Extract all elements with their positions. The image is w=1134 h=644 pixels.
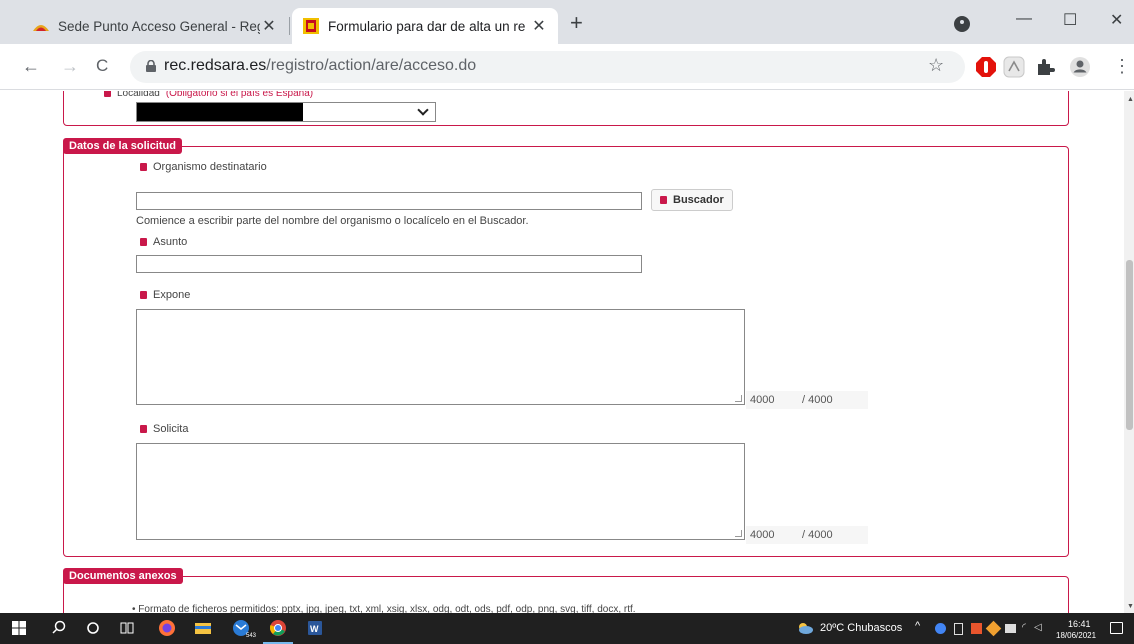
forward-button[interactable]: → (61, 56, 79, 77)
pdf-extension-icon[interactable] (1003, 56, 1025, 78)
buscador-label: Buscador (673, 194, 724, 206)
localidad-label-text: Localidad (117, 91, 160, 99)
svg-text:W: W (310, 624, 319, 634)
asunto-label-text: Asunto (153, 236, 188, 248)
scrollbar-thumb[interactable] (1126, 260, 1133, 430)
tab-close-icon[interactable]: ✕ (530, 16, 548, 36)
datos-solicitud-legend: Datos de la solicitud (63, 138, 182, 154)
required-marker-icon (104, 91, 111, 98)
mail-badge: 543 (246, 633, 257, 639)
organismo-label-text: Organismo destinatario (153, 161, 267, 173)
url-host: rec.redsara.es (164, 57, 267, 74)
scroll-down-arrow-icon[interactable]: ▼ (1127, 603, 1134, 610)
required-marker-icon (140, 425, 147, 434)
tab-formulario-alta[interactable]: Formulario para dar de alta un re ✕ (292, 8, 558, 44)
documentos-anexos-panel: Documentos anexos • Formato de ficheros … (63, 568, 1069, 613)
tab-title: Sede Punto Acceso General - Reg (58, 18, 260, 34)
tray-app-icon[interactable] (985, 620, 1002, 637)
search-marker-icon (660, 196, 667, 204)
new-tab-button[interactable]: + (570, 12, 583, 34)
tray-app-icon[interactable] (935, 623, 946, 634)
datos-solicitud-panel: Datos de la solicitud Organismo destinat… (63, 138, 1069, 557)
tab-close-icon[interactable]: ✕ (260, 16, 278, 36)
solicita-label-text: Solicita (153, 423, 189, 435)
firefox-icon[interactable] (158, 619, 176, 637)
scroll-up-arrow-icon[interactable]: ▲ (1127, 96, 1134, 103)
notification-icon[interactable] (1110, 622, 1123, 634)
show-hidden-icons-icon[interactable]: ^ (915, 620, 920, 632)
windows-taskbar: 543 W 20ºC Chubascos ^ ◜ ◁ 16:41 18/06/2… (0, 613, 1134, 644)
browser-toolbar: ← → C rec.redsara.es/registro/action/are… (0, 44, 1134, 90)
tab-strip: Sede Punto Acceso General - Reg ✕ Formul… (0, 0, 1134, 44)
browser-menu-icon[interactable]: ⋮ (1113, 57, 1131, 75)
required-marker-icon (140, 163, 147, 172)
location-panel: Localidad (Obligatorio si el país es Espa… (63, 91, 1069, 126)
solicita-label: Solicita (140, 423, 188, 435)
profile-avatar-icon[interactable] (1069, 56, 1091, 78)
speaker-icon[interactable]: ◁ (1034, 622, 1042, 633)
solicita-textarea[interactable] (136, 443, 745, 540)
maximize-button[interactable]: ☐ (1063, 10, 1077, 30)
tab-separator (289, 17, 290, 35)
buscador-button[interactable]: Buscador (651, 189, 733, 211)
tab-search-icon[interactable] (954, 16, 970, 32)
documentos-anexos-legend: Documentos anexos (63, 568, 183, 584)
allowed-formats-text: • Formato de ficheros permitidos: pptx, … (132, 604, 636, 613)
tray-clipboard-icon[interactable] (954, 623, 963, 635)
back-button[interactable]: ← (22, 56, 40, 77)
required-marker-icon (140, 291, 147, 300)
extensions-puzzle-icon[interactable] (1034, 56, 1056, 78)
page-viewport: Localidad (Obligatorio si el país es Espa… (0, 91, 1124, 613)
solicita-char-max: / 4000 (802, 529, 833, 541)
organismo-label: Organismo destinatario (140, 161, 267, 173)
task-view-icon[interactable] (118, 619, 136, 637)
solicita-char-count: 4000 (750, 529, 775, 541)
tab-sede-punto-acceso[interactable]: Sede Punto Acceso General - Reg ✕ (22, 8, 288, 44)
reload-button[interactable]: C (96, 56, 108, 76)
word-icon[interactable]: W (306, 619, 324, 637)
bookmark-star-icon[interactable]: ☆ (928, 55, 944, 76)
url-text: rec.redsara.es/registro/action/are/acces… (164, 57, 476, 75)
expone-char-max: / 4000 (802, 394, 833, 406)
sede-favicon-icon (33, 25, 49, 31)
tray-icons[interactable]: ◜ ◁ (935, 620, 1045, 637)
lock-icon (146, 60, 156, 72)
localidad-note: (Obligatorio si el país es España) (165, 91, 314, 99)
chevron-down-icon (417, 104, 429, 116)
network-icon[interactable] (1005, 624, 1016, 633)
weather-cloud-icon (799, 623, 813, 634)
organismo-hint: Comience a escribir parte del nombre del… (136, 215, 529, 227)
asunto-input[interactable] (136, 255, 642, 273)
tray-app-icon[interactable] (971, 623, 982, 634)
expone-char-count: 4000 (750, 394, 775, 406)
tab-title: Formulario para dar de alta un re (328, 18, 526, 34)
weather-text[interactable]: 20ºC Chubascos (820, 622, 902, 634)
organismo-input[interactable] (136, 192, 642, 210)
clock-date[interactable]: 18/06/2021 (1056, 631, 1096, 640)
spain-crest-favicon-icon (303, 18, 319, 34)
file-explorer-icon[interactable] (194, 619, 212, 637)
address-bar[interactable]: rec.redsara.es/registro/action/are/acces… (130, 51, 965, 83)
adblock-extension-icon[interactable] (975, 56, 997, 78)
required-marker-icon (140, 238, 147, 247)
redacted-block (137, 103, 303, 121)
localidad-select[interactable] (136, 102, 436, 122)
close-window-button[interactable]: ✕ (1110, 10, 1123, 30)
url-path: /registro/action/are/acceso.do (266, 57, 477, 74)
resize-grip-icon[interactable] (735, 395, 742, 402)
resize-grip-icon[interactable] (735, 530, 742, 537)
asunto-label: Asunto (140, 236, 187, 248)
expone-label: Expone (140, 289, 190, 301)
search-icon[interactable] (50, 619, 68, 637)
minimize-button[interactable]: — (1016, 10, 1032, 28)
chrome-icon[interactable] (269, 619, 287, 637)
clock-time[interactable]: 16:41 (1068, 619, 1091, 629)
localidad-label: Localidad (Obligatorio si el país es Espa… (104, 91, 313, 99)
expone-textarea[interactable] (136, 309, 745, 405)
wifi-icon[interactable]: ◜ (1022, 622, 1026, 633)
windows-start-icon[interactable] (12, 621, 26, 635)
expone-label-text: Expone (153, 289, 191, 301)
cortana-icon[interactable] (84, 619, 102, 637)
